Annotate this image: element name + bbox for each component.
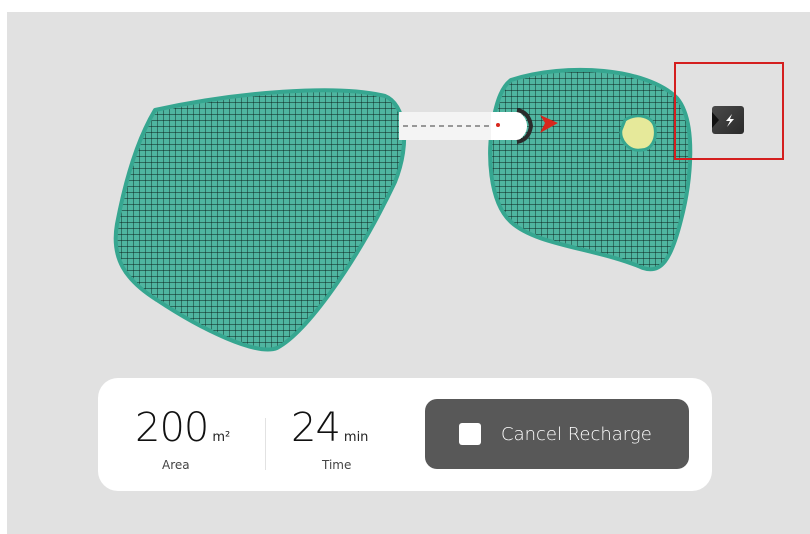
- area-value: 200: [135, 405, 209, 451]
- lawn-zone-left[interactable]: [113, 88, 407, 352]
- stop-square-icon: [459, 423, 481, 445]
- area-label: Area: [162, 458, 190, 472]
- map-canvas[interactable]: 200 m² Area 24 min Time Cancel Recharge: [7, 12, 810, 534]
- charging-station[interactable]: [712, 106, 744, 134]
- stat-divider: [265, 418, 266, 470]
- time-stat: 24 min Time: [291, 405, 369, 472]
- time-unit: min: [343, 430, 369, 445]
- cancel-recharge-label: Cancel Recharge: [501, 423, 652, 445]
- time-label: Time: [322, 458, 352, 472]
- cancel-recharge-button[interactable]: Cancel Recharge: [425, 399, 689, 469]
- obstacle-zone[interactable]: [619, 114, 657, 152]
- area-unit: m²: [212, 430, 231, 445]
- area-stat: 200 m² Area: [135, 405, 231, 472]
- lawn-zone-right[interactable]: [488, 67, 693, 272]
- lightning-bolt-icon: [712, 112, 734, 128]
- time-value: 24: [291, 405, 341, 451]
- robot-mower-icon[interactable]: [491, 108, 534, 144]
- info-panel: 200 m² Area 24 min Time Cancel Recharge: [98, 378, 712, 491]
